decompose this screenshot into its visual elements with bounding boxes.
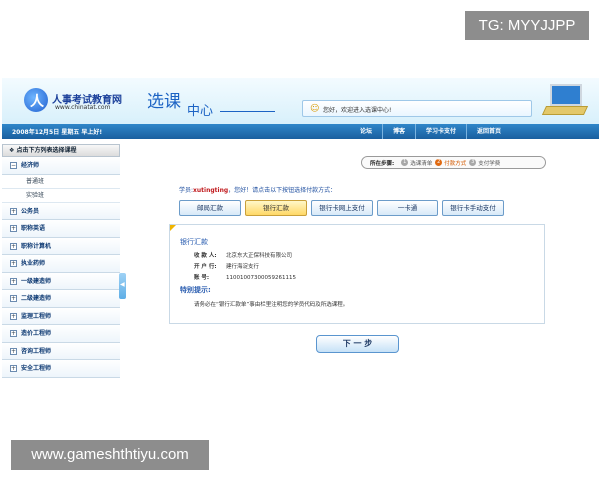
student-username: xutingting: [193, 187, 229, 194]
sidebar-item-cost-engineer[interactable]: + 造价工程师: [2, 325, 120, 343]
step-3-label: 支付学费: [478, 160, 501, 167]
step-indicator: 所在步骤: 1 选课清单 2 付款方式 3 支付学费: [361, 156, 546, 169]
expand-icon: +: [10, 347, 17, 355]
sidebar-item-constructor-1[interactable]: + 一级建造师: [2, 272, 120, 290]
header: 人 人事考试教育网 www.chinatat.com 选课 中心 ☺ 您好，欢迎…: [2, 78, 599, 124]
nav-link-forum[interactable]: 论坛: [350, 124, 382, 139]
nav-link-home[interactable]: 返回首页: [466, 124, 511, 139]
nav-link-card-pay[interactable]: 学习卡支付: [415, 124, 466, 139]
expand-icon: +: [10, 330, 17, 337]
sidebar-item-safety[interactable]: + 安全工程师: [2, 360, 120, 378]
next-step-button[interactable]: 下 一 步: [316, 335, 399, 353]
sidebar-header: ❖ 点击下方列表选择课程: [2, 144, 120, 157]
expand-icon: +: [10, 260, 17, 267]
sidebar-item-economist[interactable]: − 经济师: [2, 157, 120, 175]
panel-corner-decoration: [170, 225, 176, 231]
step-3-number: 3: [469, 159, 477, 166]
collapse-icon: −: [10, 162, 17, 169]
account-row: 账 号: 11001007300059261115: [194, 275, 296, 281]
panel-title: 银行汇款: [180, 238, 208, 246]
laptop-illustration-icon: [541, 84, 589, 120]
special-notice-text: 请务必在“银行汇款单”事由栏里注明您的学员代码及所选课程。: [194, 302, 349, 308]
step-1-label: 选课清单: [410, 160, 433, 167]
step-2-number: 2: [435, 159, 443, 166]
expand-icon: +: [10, 225, 17, 232]
greeting-box: ☺ 您好，欢迎进入选课中心!: [302, 100, 532, 117]
tab-manual-card-payment[interactable]: 银行卡手动支付: [442, 200, 504, 216]
sidebar-item-constructor-2[interactable]: + 二级建造师: [2, 290, 120, 308]
nav-link-blog[interactable]: 博客: [382, 124, 415, 139]
expand-icon: +: [10, 295, 17, 302]
expand-icon: +: [10, 277, 17, 285]
watermark-bottom: www.gameshthtiyu.com: [11, 440, 209, 470]
nav-bar: 2008年12月5日 星期五 早上好! 论坛 博客 学习卡支付 返回首页: [2, 124, 599, 139]
logo-url: www.chinatat.com: [55, 104, 111, 111]
chevron-left-icon: ◀: [120, 281, 125, 288]
expand-icon: +: [10, 242, 17, 250]
sidebar-subitem-experimental[interactable]: 实验班: [2, 188, 120, 203]
sidebar-item-civil-servant[interactable]: + 公务员: [2, 202, 120, 220]
user-icon: ☺: [310, 104, 320, 114]
tab-bank-remittance[interactable]: 银行汇款: [245, 200, 307, 216]
expand-icon: +: [10, 312, 17, 320]
expand-icon: +: [10, 207, 17, 215]
sidebar-item-consulting[interactable]: + 咨询工程师: [2, 342, 120, 360]
tab-online-card-payment[interactable]: 银行卡网上支付: [311, 200, 373, 216]
sidebar-item-pharmacist[interactable]: + 执业药师: [2, 255, 120, 273]
brand-sub: 中心: [187, 104, 214, 119]
bank-row: 开 户 行: 建行海淀支行: [194, 264, 260, 270]
payee-row: 收 款 人: 北京东大正保科技有限公司: [194, 253, 293, 259]
step-2-label: 付款方式: [444, 160, 467, 167]
payment-prompt: 学员:xutingting，您好！请点击以下按钮选择付款方式：: [179, 187, 337, 194]
logo-icon: 人: [24, 88, 48, 112]
tab-postal-remittance[interactable]: 邮局汇款: [179, 200, 241, 216]
sidebar-toggle-handle[interactable]: ◀: [119, 273, 126, 299]
expand-icon: +: [10, 365, 17, 372]
nav-date: 2008年12月5日 星期五 早上好!: [12, 129, 103, 136]
sidebar-subitem-regular[interactable]: 普通班: [2, 174, 120, 189]
brand-main: 选课: [147, 92, 181, 112]
sidebar: ❖ 点击下方列表选择课程 − 经济师 普通班 实验班 + 公务员 + 职称英语 + 职称…: [2, 144, 120, 401]
nav-links: 论坛 博客 学习卡支付 返回首页: [350, 124, 511, 139]
step-1-number: 1: [401, 159, 409, 166]
special-notice-title: 特别提示:: [180, 286, 211, 294]
bank-remittance-panel: 银行汇款 收 款 人: 北京东大正保科技有限公司 开 户 行: 建行海淀支行 账 号…: [169, 224, 545, 324]
tab-one-card[interactable]: 一卡通: [377, 200, 438, 216]
watermark-top: TG: MYYJJPP: [465, 11, 589, 40]
app-frame: 人 人事考试教育网 www.chinatat.com 选课 中心 ☺ 您好，欢迎…: [2, 78, 599, 401]
step-label: 所在步骤:: [370, 160, 395, 167]
greeting-text: 您好，欢迎进入选课中心!: [323, 107, 392, 114]
sidebar-item-english[interactable]: + 职称英语: [2, 220, 120, 238]
sidebar-item-computer[interactable]: + 职称计算机: [2, 237, 120, 255]
brand-underline: [220, 111, 275, 112]
sidebar-item-supervisor[interactable]: + 监理工程师: [2, 307, 120, 325]
